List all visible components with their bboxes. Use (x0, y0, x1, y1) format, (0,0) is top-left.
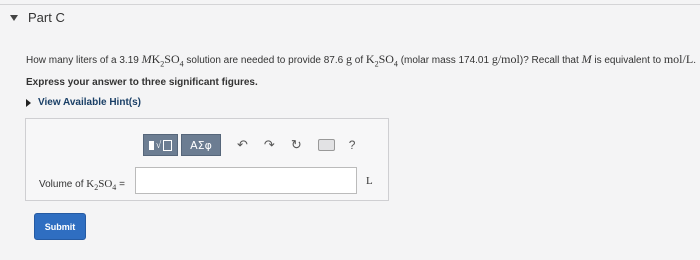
part-header[interactable]: Part C (10, 10, 65, 25)
equivalence-unit: mol/L (663, 52, 694, 66)
question-part: is equivalent to (594, 55, 662, 66)
answer-label: Volume of K2SO4 = (39, 178, 125, 193)
math-toolbar: √ ΑΣφ ↶ ↷ ↻ ? (143, 134, 355, 156)
undo-icon[interactable]: ↶ (237, 137, 248, 153)
question-text: How many liters of a 3.19 MK2SO4 solutio… (26, 52, 696, 68)
question-part: (molar mass 174.01 (400, 55, 490, 66)
expand-triangle-icon (26, 98, 31, 107)
collapse-triangle-icon[interactable] (10, 14, 18, 21)
submit-button[interactable]: Submit (34, 213, 86, 240)
compound-formula: K2SO4 (365, 52, 398, 69)
gram-unit: g (345, 52, 352, 66)
help-icon[interactable]: ? (349, 138, 356, 152)
answer-input[interactable] (135, 167, 357, 194)
molarity-symbol: M (581, 52, 592, 66)
templates-icon[interactable]: √ (143, 134, 178, 156)
molar-mass-unit: g/mol (491, 52, 520, 66)
question-part: of (354, 55, 364, 66)
reset-icon[interactable]: ↻ (291, 137, 302, 153)
hints-link[interactable]: View Available Hint(s) (38, 97, 141, 108)
instruction-text: Express your answer to three significant… (26, 77, 258, 88)
view-hints-toggle[interactable]: View Available Hint(s) (26, 97, 141, 108)
answer-unit: L (366, 175, 373, 187)
top-divider (0, 4, 700, 5)
molarity-symbol: M (141, 52, 152, 66)
question-part: )? Recall that (519, 55, 579, 66)
keyboard-icon[interactable] (317, 139, 335, 151)
compound-formula: K2SO4 (151, 52, 184, 69)
question-part: solution are needed to provide 87.6 (186, 55, 344, 66)
question-part: . (693, 55, 696, 66)
part-title: Part C (28, 10, 65, 25)
question-part: How many liters of a 3.19 (26, 55, 139, 66)
redo-icon[interactable]: ↷ (264, 137, 275, 153)
greek-symbols-icon[interactable]: ΑΣφ (181, 134, 221, 156)
